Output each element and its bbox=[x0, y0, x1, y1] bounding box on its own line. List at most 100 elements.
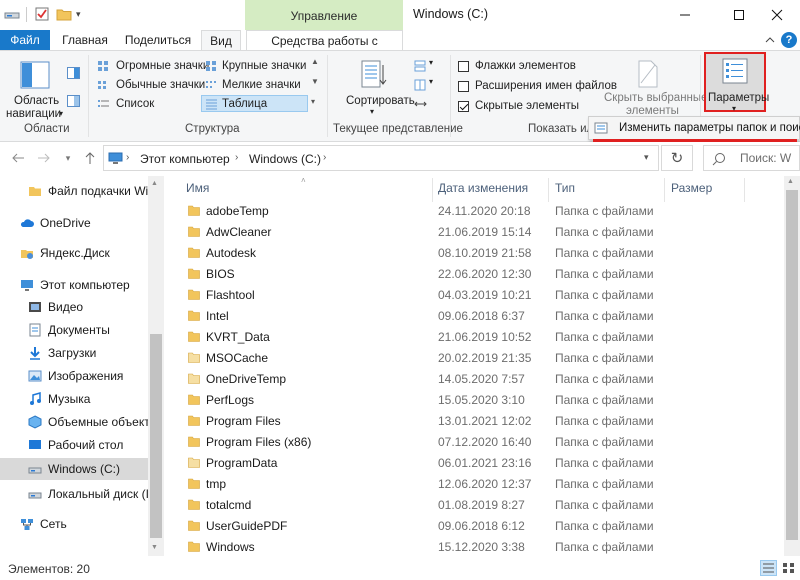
tab-view[interactable]: Вид bbox=[201, 30, 241, 51]
file-row[interactable]: totalcmd 01.08.2019 8:27 Папка с файлами bbox=[182, 495, 782, 516]
tab-share[interactable]: Поделиться bbox=[122, 30, 194, 50]
file-row[interactable]: UserGuidePDF 09.06.2018 6:12 Папка с файла… bbox=[182, 516, 782, 537]
details-view-icon[interactable] bbox=[760, 560, 777, 576]
sidebar-item[interactable]: Музыка bbox=[0, 388, 148, 410]
properties-icon[interactable] bbox=[34, 6, 50, 22]
minimize-button[interactable] bbox=[662, 0, 708, 30]
breadcrumb-separator[interactable]: › bbox=[323, 152, 326, 163]
sidebar-item[interactable]: OneDrive bbox=[0, 212, 148, 234]
column-separator[interactable] bbox=[744, 178, 745, 202]
sidebar-item[interactable]: Этот компьютер bbox=[0, 274, 148, 296]
navigation-pane-button[interactable]: Область навигации ▾ bbox=[4, 55, 63, 120]
file-row[interactable]: Program Files 13.01.2021 12:02 Папка с фай… bbox=[182, 411, 782, 432]
file-name: AdwCleaner bbox=[206, 225, 272, 239]
layout-details[interactable]: Таблица bbox=[222, 98, 267, 110]
column-header-size[interactable]: Размер bbox=[671, 181, 712, 195]
file-row[interactable]: PerfLogs 15.05.2020 3:10 Папка с файлами bbox=[182, 390, 782, 411]
column-header-type[interactable]: Тип bbox=[555, 181, 575, 195]
file-list-scroll-thumb[interactable] bbox=[786, 190, 798, 540]
tab-file[interactable]: Файл bbox=[0, 30, 50, 50]
file-row[interactable]: OneDriveTemp 14.05.2020 7:57 Папка с файла… bbox=[182, 369, 782, 390]
file-row[interactable]: BIOS 22.06.2020 12:30 Папка с файлами bbox=[182, 264, 782, 285]
nav-scroll-thumb[interactable] bbox=[150, 334, 162, 538]
sidebar-item[interactable]: Документы bbox=[0, 319, 148, 341]
breadcrumb-drive[interactable]: Windows (C:) bbox=[249, 152, 321, 166]
file-row[interactable]: ProgramData 06.01.2021 23:16 Папка с файла… bbox=[182, 453, 782, 474]
tab-drive-tools[interactable]: Средства работы с дисками bbox=[246, 30, 403, 68]
collapse-ribbon-icon[interactable] bbox=[764, 34, 776, 46]
sidebar-item[interactable]: Загрузки bbox=[0, 342, 148, 364]
layout-scroll-down-icon[interactable]: ▼ bbox=[311, 77, 319, 86]
ribbon-tabs: Файл Главная Поделиться Вид Средства раб… bbox=[0, 30, 800, 68]
hide-selected-button[interactable]: Скрыть выбранные элементы bbox=[598, 55, 708, 117]
layout-scroll-up-icon[interactable]: ▲ bbox=[311, 57, 319, 66]
sidebar-item[interactable]: Рабочий стол bbox=[0, 434, 148, 456]
column-separator[interactable] bbox=[432, 178, 433, 202]
add-columns-icon[interactable] bbox=[414, 79, 427, 91]
column-separator[interactable] bbox=[664, 178, 665, 202]
file-row[interactable]: Program Files (x86) 07.12.2020 16:40 Папка… bbox=[182, 432, 782, 453]
customize-quick-access-icon[interactable]: ▾ bbox=[76, 6, 92, 22]
address-dropdown-icon[interactable]: ▾ bbox=[644, 152, 649, 163]
up-button[interactable] bbox=[82, 150, 98, 166]
file-row[interactable]: Windows 15.12.2020 3:38 Папка с файлами bbox=[182, 537, 782, 556]
file-extensions-checkbox[interactable] bbox=[458, 81, 469, 92]
recent-locations-button[interactable]: ▾ bbox=[60, 150, 76, 166]
file-row[interactable]: KVRT_Data 21.06.2019 10:52 Папка с файлами bbox=[182, 327, 782, 348]
hidden-items-checkbox[interactable] bbox=[458, 101, 469, 112]
layout-list[interactable]: Список bbox=[116, 98, 154, 110]
layout-large-icons[interactable]: Крупные значки bbox=[222, 60, 306, 72]
breadcrumb-separator[interactable]: › bbox=[235, 152, 238, 163]
folder-icon bbox=[188, 541, 200, 552]
change-folder-options-item[interactable]: Изменить параметры папок и поиска bbox=[619, 122, 800, 134]
large-icons-view-icon[interactable] bbox=[780, 560, 797, 576]
sort-button[interactable]: Сортировать ▾ bbox=[340, 55, 415, 117]
nav-scroll-up-icon[interactable]: ▲ bbox=[151, 180, 158, 187]
file-date: 09.06.2018 6:12 bbox=[438, 519, 525, 533]
file-row[interactable]: adobeTemp 24.11.2020 20:18 Папка с файлами bbox=[182, 201, 782, 222]
file-row[interactable]: Intel 09.06.2018 6:37 Папка с файлами bbox=[182, 306, 782, 327]
sidebar-item[interactable]: Изображения bbox=[0, 365, 148, 387]
file-row[interactable]: Autodesk 08.10.2019 21:58 Папка с файлами bbox=[182, 243, 782, 264]
list-scroll-up-icon[interactable]: ▲ bbox=[787, 178, 794, 185]
sidebar-item[interactable]: Объемные объект bbox=[0, 411, 150, 433]
search-input[interactable]: Поиск: W bbox=[703, 145, 800, 171]
item-checkboxes-checkbox[interactable] bbox=[458, 61, 469, 72]
file-row[interactable]: MSOCache 20.02.2019 21:35 Папка с файлами bbox=[182, 348, 782, 369]
sidebar-item[interactable]: Сеть bbox=[0, 513, 148, 535]
sidebar-item[interactable]: Видео bbox=[0, 296, 148, 318]
group-by-icon[interactable] bbox=[414, 60, 427, 72]
group-label-layout: Структура bbox=[185, 123, 240, 135]
file-row[interactable]: tmp 12.06.2020 12:37 Папка с файлами bbox=[182, 474, 782, 495]
file-row[interactable]: AdwCleaner 21.06.2019 15:14 Папка с файлам… bbox=[182, 222, 782, 243]
preview-pane-icon[interactable] bbox=[67, 67, 80, 79]
sidebar-item[interactable]: Яндекс.Диск bbox=[0, 242, 148, 264]
layout-medium-icons[interactable]: Обычные значки bbox=[116, 79, 205, 91]
nav-scroll-down-icon[interactable]: ▼ bbox=[151, 544, 158, 551]
layout-huge-icons[interactable]: Огромные значки bbox=[116, 60, 209, 72]
sidebar-item[interactable]: Локальный диск (I bbox=[0, 483, 149, 505]
refresh-button[interactable]: ↻ bbox=[661, 145, 693, 171]
back-button[interactable] bbox=[10, 150, 26, 166]
address-bar[interactable]: › Этот компьютер › Windows (C:) › ▾ bbox=[103, 145, 659, 171]
column-separator[interactable] bbox=[548, 178, 549, 202]
options-button[interactable]: Параметры ▾ bbox=[704, 52, 769, 113]
file-row[interactable]: Flashtool 04.03.2019 10:21 Папка с файлами bbox=[182, 285, 782, 306]
column-header-date[interactable]: Дата изменения bbox=[438, 181, 528, 195]
breadcrumb-this-pc[interactable]: Этот компьютер bbox=[140, 152, 230, 166]
details-pane-icon[interactable] bbox=[67, 95, 80, 107]
layout-expand-icon[interactable]: ▾ bbox=[311, 97, 315, 106]
close-button[interactable] bbox=[754, 0, 800, 30]
forward-button[interactable] bbox=[36, 150, 52, 166]
breadcrumb-separator[interactable]: › bbox=[126, 152, 129, 163]
help-icon[interactable]: ? bbox=[781, 32, 797, 48]
sidebar-item[interactable]: Windows (C:) bbox=[0, 458, 148, 480]
sidebar-item-label: OneDrive bbox=[40, 216, 91, 230]
column-header-name[interactable]: Имя bbox=[186, 181, 209, 195]
tab-home[interactable]: Главная bbox=[56, 30, 114, 50]
new-folder-icon[interactable] bbox=[56, 6, 72, 22]
size-columns-icon[interactable] bbox=[414, 98, 427, 110]
sidebar-item[interactable]: Файл подкачки Wi bbox=[0, 180, 148, 202]
layout-small-icons[interactable]: Мелкие значки bbox=[222, 79, 301, 91]
file-name: ProgramData bbox=[206, 456, 278, 470]
